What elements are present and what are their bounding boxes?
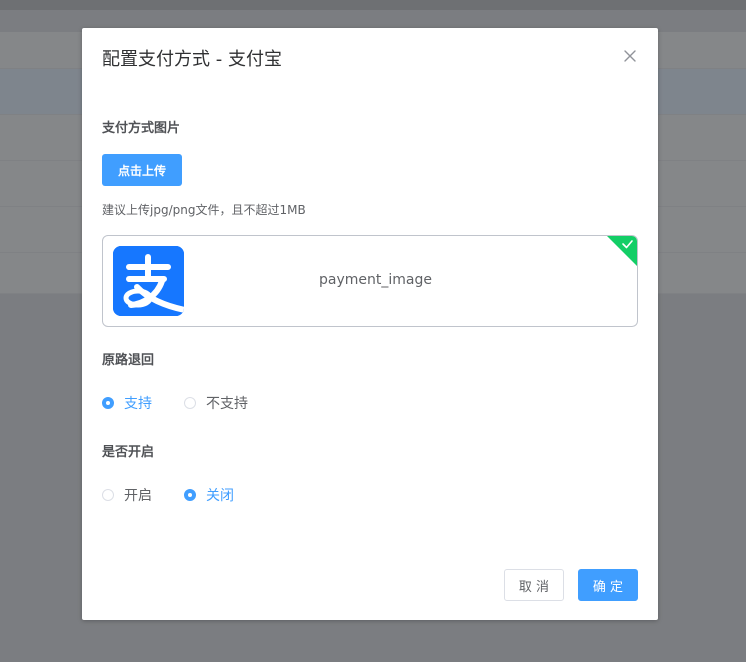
radio-circle[interactable] [102, 489, 114, 501]
image-section-label: 支付方式图片 [102, 121, 181, 136]
upload-tip: 建议上传jpg/png文件，且不超过1MB [102, 203, 306, 217]
enable-option-off[interactable]: 关闭 [184, 485, 234, 505]
alipay-logo [113, 246, 184, 316]
background-topbar [0, 0, 746, 10]
upload-button[interactable]: 点击上传 [102, 154, 182, 186]
dialog-title: 配置支付方式 - 支付宝 [102, 49, 282, 70]
radio-circle[interactable] [184, 397, 196, 409]
file-name: payment_image [319, 272, 432, 288]
radio-label: 支持 [124, 396, 152, 412]
radio-label: 关闭 [206, 488, 234, 504]
confirm-button[interactable]: 确 定 [578, 569, 638, 601]
refund-radio-group: 支持 不支持 [102, 393, 302, 413]
cancel-button[interactable]: 取 消 [504, 569, 564, 601]
enable-radio-group: 开启 关闭 [102, 485, 302, 505]
radio-label: 不支持 [206, 396, 248, 412]
check-icon [606, 236, 637, 267]
refund-section-label: 原路退回 [102, 353, 155, 368]
radio-circle[interactable] [184, 489, 196, 501]
radio-circle[interactable] [102, 397, 114, 409]
payment-config-dialog: 配置支付方式 - 支付宝 支付方式图片 点击上传 建议上传jpg/png文件，且… [82, 28, 658, 620]
refund-option-support[interactable]: 支持 [102, 393, 152, 413]
enable-option-on[interactable]: 开启 [102, 485, 152, 505]
refund-option-not-support[interactable]: 不支持 [184, 393, 248, 413]
enable-section-label: 是否开启 [102, 445, 155, 460]
close-icon[interactable] [622, 48, 638, 64]
radio-label: 开启 [124, 488, 152, 504]
uploaded-file-card[interactable]: payment_image [102, 235, 638, 327]
